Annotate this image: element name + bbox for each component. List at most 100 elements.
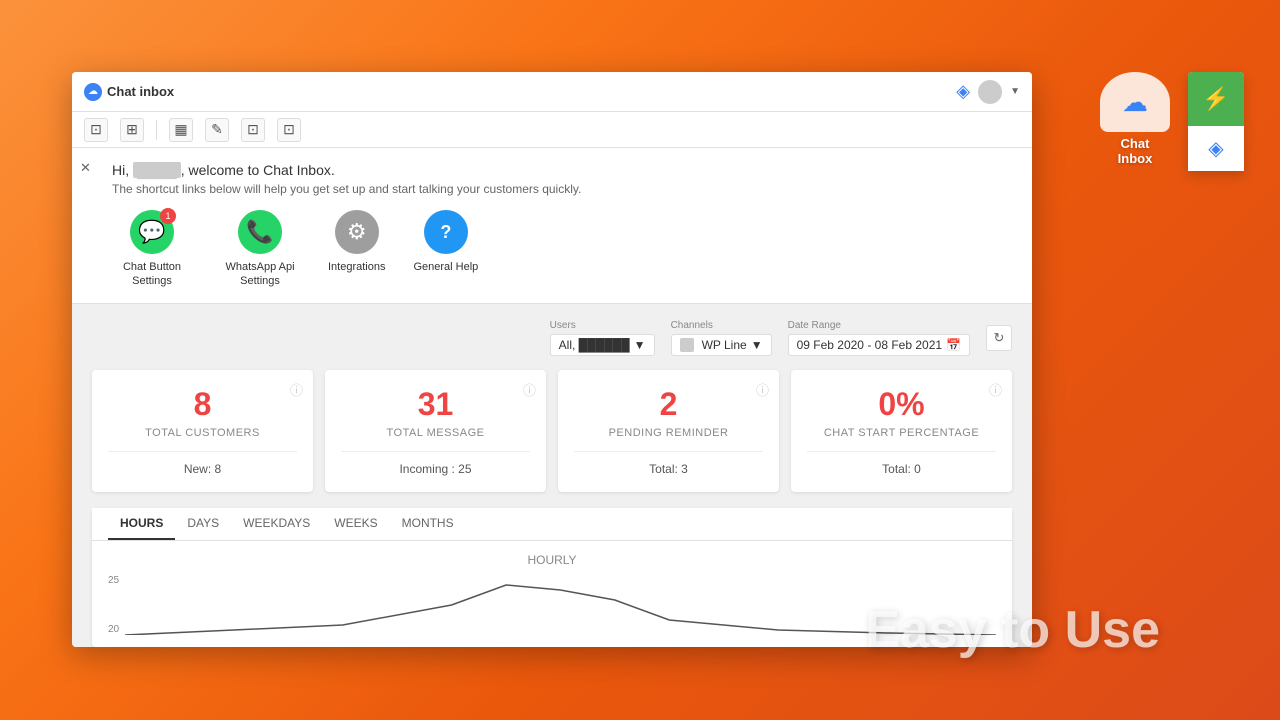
- users-select[interactable]: All, ██████ ▼: [550, 334, 655, 356]
- chat-inbox-widget-label: ChatInbox: [1090, 136, 1180, 166]
- stats-row: ⓘ 8 TOTAL CUSTOMERS New: 8 ⓘ 31 TOTAL ME…: [92, 370, 1012, 492]
- user-avatar: [978, 80, 1002, 104]
- y-label-25: 25: [108, 575, 119, 586]
- help-icon: ?: [424, 210, 468, 254]
- y-label-20: 20: [108, 624, 119, 635]
- users-filter: Users All, ██████ ▼: [550, 320, 655, 356]
- chart-tab-hours[interactable]: HOURS: [108, 508, 175, 540]
- chat-inbox-widget: ☁ ChatInbox: [1090, 72, 1180, 166]
- toolbar-icon-chat[interactable]: ⊡: [84, 118, 108, 142]
- sidebar-top: ⚡: [1188, 72, 1244, 126]
- chart-tab-months[interactable]: MONTHS: [390, 508, 466, 540]
- stat-label-message: TOTAL MESSAGE: [341, 427, 530, 439]
- stat-info-icon-1[interactable]: ⓘ: [523, 380, 536, 399]
- title-bar-right: ◈ ▼: [956, 80, 1020, 104]
- stat-value-reminder: 2: [574, 386, 763, 423]
- channels-select-value: WP Line: [702, 338, 747, 352]
- right-sidebar: ⚡ ◈: [1188, 72, 1244, 171]
- stat-detail-label-0: New:: [184, 462, 211, 476]
- stat-label-customers: TOTAL CUSTOMERS: [108, 427, 297, 439]
- stat-card-chat-start: ⓘ 0% CHAT START PERCENTAGE Total: 0: [791, 370, 1012, 492]
- stat-divider-2: [574, 451, 763, 452]
- stat-value-customers: 8: [108, 386, 297, 423]
- toolbar-icon-bar[interactable]: ▦: [169, 118, 193, 142]
- shortcut-help[interactable]: ? General Help: [413, 210, 478, 274]
- stat-info-icon-2[interactable]: ⓘ: [756, 380, 769, 399]
- stat-detail-label-3: Total:: [882, 462, 911, 476]
- chat-button-badge: 1: [160, 208, 176, 224]
- title-bar: ☁ Chat inbox ◈ ▼: [72, 72, 1032, 112]
- date-range-label: Date Range: [788, 320, 970, 331]
- channels-select[interactable]: WP Line ▼: [671, 334, 772, 356]
- chart-y-axis: 25 20: [108, 575, 125, 635]
- shortcut-whatsapp[interactable]: 📞 WhatsApp Api Settings: [220, 210, 300, 289]
- app-title: Chat inbox: [107, 84, 174, 99]
- stat-detail-value-3: 0: [914, 462, 921, 476]
- chat-inbox-cloud-icon: ☁: [1100, 72, 1170, 132]
- main-content: Users All, ██████ ▼ Channels WP Line ▼ D…: [72, 304, 1032, 647]
- chat-button-icon: 💬 1: [130, 210, 174, 254]
- users-filter-label: Users: [550, 320, 655, 331]
- chart-title: HOURLY: [108, 553, 996, 567]
- stat-card-reminder: ⓘ 2 PENDING REMINDER Total: 3: [558, 370, 779, 492]
- whatsapp-icon: 📞: [238, 210, 282, 254]
- stat-detail-value-1: 25: [458, 462, 471, 476]
- welcome-content: Hi, ████, welcome to Chat Inbox. The sho…: [112, 162, 1012, 289]
- stat-label-reminder: PENDING REMINDER: [574, 427, 763, 439]
- toolbar-icon-img[interactable]: ⊡: [241, 118, 265, 142]
- filters-row: Users All, ██████ ▼ Channels WP Line ▼ D…: [92, 320, 1012, 356]
- chat-button-label: Chat Button Settings: [112, 260, 192, 289]
- stat-info-icon-0[interactable]: ⓘ: [290, 380, 303, 399]
- stat-value-message: 31: [341, 386, 530, 423]
- logo-icon: ☁: [84, 83, 102, 101]
- shortcut-chat-button[interactable]: 💬 1 Chat Button Settings: [112, 210, 192, 289]
- shortcut-links: 💬 1 Chat Button Settings 📞 WhatsApp Api …: [112, 210, 1012, 289]
- channels-filter-label: Channels: [671, 320, 772, 331]
- welcome-username: ████: [133, 162, 181, 178]
- stat-card-message: ⓘ 31 TOTAL MESSAGE Incoming : 25: [325, 370, 546, 492]
- stat-detail-label-2: Total:: [649, 462, 678, 476]
- date-range-select[interactable]: 09 Feb 2020 - 08 Feb 2021 📅: [788, 334, 970, 356]
- toolbar-separator: [156, 120, 157, 140]
- chart-wrapper: 25 20: [108, 575, 996, 635]
- easy-to-use-text: Easy to Use: [865, 600, 1160, 660]
- stat-divider-0: [108, 451, 297, 452]
- welcome-banner: ✕ Hi, ████, welcome to Chat Inbox. The s…: [72, 148, 1032, 304]
- integrations-label: Integrations: [328, 260, 385, 274]
- stat-value-chat-start: 0%: [807, 386, 996, 423]
- stat-divider-3: [807, 451, 996, 452]
- plug-icon: ⚡: [1202, 86, 1229, 112]
- sidebar-diamond-icon: ◈: [1208, 126, 1223, 171]
- calendar-icon: 📅: [946, 338, 961, 352]
- welcome-subtitle: The shortcut links below will help you g…: [112, 182, 1012, 196]
- refresh-button[interactable]: ↻: [986, 325, 1012, 351]
- title-bar-left: ☁ Chat inbox: [84, 83, 174, 101]
- chart-tab-days[interactable]: DAYS: [175, 508, 231, 540]
- welcome-close-button[interactable]: ✕: [80, 160, 91, 176]
- stat-divider-1: [341, 451, 530, 452]
- stat-detail-value-0: 8: [215, 462, 222, 476]
- shortcut-integrations[interactable]: ⚙ Integrations: [328, 210, 385, 274]
- integrations-icon: ⚙: [335, 210, 379, 254]
- chart-tab-weeks[interactable]: WEEKS: [322, 508, 389, 540]
- channels-filter: Channels WP Line ▼: [671, 320, 772, 356]
- toolbar-icon-grid[interactable]: ⊞: [120, 118, 144, 142]
- toolbar-icon-box[interactable]: ⊡: [277, 118, 301, 142]
- user-dropdown-arrow[interactable]: ▼: [1010, 86, 1020, 97]
- stat-card-customers: ⓘ 8 TOTAL CUSTOMERS New: 8: [92, 370, 313, 492]
- users-dropdown-icon: ▼: [634, 338, 646, 352]
- stat-info-icon-3[interactable]: ⓘ: [989, 380, 1002, 399]
- help-label: General Help: [413, 260, 478, 274]
- app-logo: ☁ Chat inbox: [84, 83, 174, 101]
- stat-detail-value-2: 3: [681, 462, 688, 476]
- chart-tabs: HOURS DAYS WEEKDAYS WEEKS MONTHS: [92, 508, 1012, 541]
- toolbar-icon-edit[interactable]: ✎: [205, 118, 229, 142]
- stat-label-chat-start: CHAT START PERCENTAGE: [807, 427, 996, 439]
- whatsapp-label: WhatsApp Api Settings: [220, 260, 300, 289]
- users-select-value: All, ██████: [559, 338, 630, 352]
- date-range-filter: Date Range 09 Feb 2020 - 08 Feb 2021 📅: [788, 320, 970, 356]
- stat-detail-customers: New: 8: [108, 462, 297, 476]
- diamond-icon: ◈: [956, 81, 970, 102]
- chart-tab-weekdays[interactable]: WEEKDAYS: [231, 508, 322, 540]
- app-window: ☁ Chat inbox ◈ ▼ ⊡ ⊞ ▦ ✎ ⊡ ⊡ ✕ Hi, ████,…: [72, 72, 1032, 647]
